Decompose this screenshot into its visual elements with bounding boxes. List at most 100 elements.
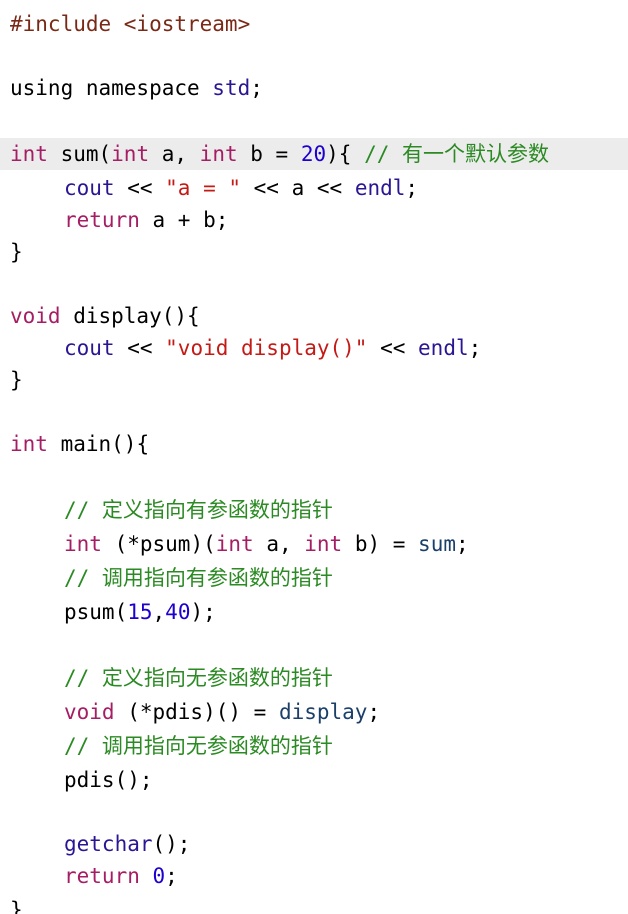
code-line[interactable] bbox=[0, 268, 628, 300]
code-line-text: // 定义指向有参函数的指针 bbox=[64, 494, 333, 526]
code-line-text: cout << "a = " << a << endl; bbox=[64, 172, 418, 204]
code-line[interactable]: // 定义指向无参函数的指针 bbox=[0, 662, 628, 694]
code-token-plain: b) = bbox=[342, 532, 419, 556]
code-line[interactable]: using namespace std; bbox=[0, 72, 628, 104]
code-line-text: psum(15,40); bbox=[64, 596, 216, 628]
code-line-text: getchar(); bbox=[64, 828, 190, 860]
code-line[interactable]: psum(15,40); bbox=[0, 596, 628, 628]
code-token-plain: pdis(); bbox=[64, 768, 153, 792]
code-line[interactable]: } bbox=[0, 236, 628, 268]
code-token-keyword: int bbox=[10, 142, 48, 166]
code-token-builtin: cout bbox=[64, 336, 115, 360]
code-line[interactable]: return a + b; bbox=[0, 204, 628, 236]
code-line[interactable]: int sum(int a, int b = 20){ // 有一个默认参数 bbox=[0, 138, 628, 170]
code-token-plain: << bbox=[114, 176, 166, 200]
code-token-ident: sum bbox=[418, 532, 456, 556]
code-token-number: 15 bbox=[127, 600, 153, 624]
code-line[interactable]: #include <iostream> bbox=[0, 8, 628, 40]
code-token-keyword: return bbox=[64, 864, 140, 888]
code-token-number: 40 bbox=[165, 600, 191, 624]
code-line-text: pdis(); bbox=[64, 764, 153, 796]
code-token-plain: a, bbox=[149, 142, 200, 166]
code-line[interactable]: pdis(); bbox=[0, 764, 628, 796]
code-line[interactable] bbox=[0, 106, 628, 138]
code-token-plain: } bbox=[10, 898, 23, 914]
code-token-comment: // 有一个默认参数 bbox=[364, 142, 549, 166]
code-line[interactable]: } bbox=[0, 364, 628, 396]
code-token-plain: a + b; bbox=[139, 208, 229, 232]
code-line[interactable] bbox=[0, 630, 628, 662]
code-line-text: #include <iostream> bbox=[10, 8, 250, 40]
code-token-plain: sum( bbox=[47, 142, 112, 166]
code-token-plain: } bbox=[10, 240, 23, 264]
code-line-text: cout << "void display()" << endl; bbox=[64, 332, 481, 364]
code-token-comment: // 调用指向无参函数的指针 bbox=[64, 734, 333, 758]
code-token-plain: } bbox=[10, 368, 23, 392]
code-token-builtin: endl bbox=[418, 336, 469, 360]
code-token-builtin: endl bbox=[354, 176, 406, 200]
code-token-keyword: int bbox=[10, 432, 48, 456]
code-line[interactable]: } bbox=[0, 894, 628, 914]
code-token-keyword: int bbox=[215, 532, 254, 556]
code-token-comment: // 调用指向有参函数的指针 bbox=[64, 566, 333, 590]
code-token-comment: // 定义指向有参函数的指针 bbox=[64, 498, 333, 522]
code-line[interactable] bbox=[0, 460, 628, 492]
code-token-plain: ){ bbox=[326, 142, 365, 166]
code-line-text: using namespace std; bbox=[10, 72, 263, 104]
code-line-text: int (*psum)(int a, int b) = sum; bbox=[64, 528, 469, 560]
code-token-plain: psum( bbox=[64, 600, 128, 624]
code-token-plain: ; bbox=[165, 864, 178, 888]
code-line[interactable]: getchar(); bbox=[0, 828, 628, 860]
code-token-comment: // 定义指向无参函数的指针 bbox=[64, 666, 333, 690]
code-token-keyword: int bbox=[304, 532, 343, 556]
code-token-string: "void display()" bbox=[165, 336, 368, 360]
code-token-plain: ; bbox=[405, 176, 419, 200]
code-token-keyword: void bbox=[10, 304, 61, 328]
code-token-plain: << bbox=[367, 336, 419, 360]
code-token-string: "a = " bbox=[165, 176, 242, 200]
code-line-text: return a + b; bbox=[64, 204, 228, 236]
code-line[interactable]: // 调用指向无参函数的指针 bbox=[0, 730, 628, 762]
code-token-keyword: int bbox=[111, 142, 150, 166]
code-token-plain: << a << bbox=[241, 176, 355, 200]
code-line-text: void (*pdis)() = display; bbox=[64, 696, 380, 728]
code-editor[interactable]: #include <iostream> using namespace std; i… bbox=[0, 0, 628, 914]
code-token-keyword: void bbox=[64, 700, 115, 724]
code-token-plain: ); bbox=[190, 600, 216, 624]
code-line[interactable]: int main(){ bbox=[0, 428, 628, 460]
code-token-keyword: return bbox=[64, 208, 140, 232]
code-line-text: return 0; bbox=[64, 860, 178, 892]
code-line[interactable]: void (*pdis)() = display; bbox=[0, 696, 628, 728]
code-line[interactable]: cout << "void display()" << endl; bbox=[0, 332, 628, 364]
code-line[interactable] bbox=[0, 40, 628, 72]
code-line[interactable] bbox=[0, 396, 628, 428]
code-token-ident: display bbox=[278, 700, 368, 724]
code-line-text: } bbox=[10, 236, 23, 268]
code-line[interactable]: void display(){ bbox=[0, 300, 628, 332]
code-line[interactable]: // 调用指向有参函数的指针 bbox=[0, 562, 628, 594]
code-token-plain: b = bbox=[237, 142, 301, 166]
code-line[interactable]: int (*psum)(int a, int b) = sum; bbox=[0, 528, 628, 560]
code-line[interactable]: // 定义指向有参函数的指针 bbox=[0, 494, 628, 526]
code-line-text: } bbox=[10, 364, 23, 396]
code-line-text: } bbox=[10, 894, 23, 914]
code-token-number: 0 bbox=[152, 864, 166, 888]
code-token-preproc: #include <iostream> bbox=[10, 12, 251, 36]
code-line-text: // 调用指向无参函数的指针 bbox=[64, 730, 333, 762]
code-line-text: // 定义指向无参函数的指针 bbox=[64, 662, 333, 694]
code-line[interactable] bbox=[0, 796, 628, 828]
code-token-plain: ; bbox=[250, 76, 263, 100]
code-token-builtin: cout bbox=[64, 176, 115, 200]
code-line-text: int sum(int a, int b = 20){ // 有一个默认参数 bbox=[10, 138, 549, 170]
code-line[interactable]: cout << "a = " << a << endl; bbox=[0, 172, 628, 204]
code-token-plain: ; bbox=[367, 700, 381, 724]
code-line-text: int main(){ bbox=[10, 428, 149, 460]
code-line[interactable]: return 0; bbox=[0, 860, 628, 892]
code-token-plain: using namespace bbox=[10, 76, 213, 100]
code-token-plain: ; bbox=[455, 532, 469, 556]
code-token-plain: (*pdis)() = bbox=[114, 700, 279, 724]
code-token-builtin: std bbox=[212, 76, 251, 100]
code-token-builtin: getchar bbox=[64, 832, 153, 856]
code-line-text: // 调用指向有参函数的指针 bbox=[64, 562, 333, 594]
